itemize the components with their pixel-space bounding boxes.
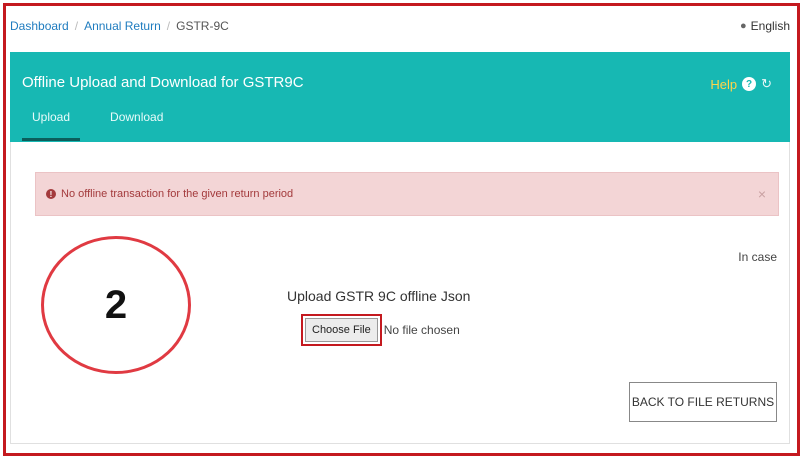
file-input-row: Choose File No file chosen [301,314,460,346]
choose-file-button[interactable]: Choose File [305,318,378,342]
exclamation-icon: ! [46,189,56,199]
close-icon[interactable]: × [758,186,766,202]
breadcrumb-separator: / [74,19,79,33]
breadcrumb-dashboard[interactable]: Dashboard [10,19,69,33]
tab-bar: Upload Download [22,104,163,141]
tab-upload[interactable]: Upload [22,104,81,141]
step-marker: 2 [41,236,191,374]
breadcrumb: Dashboard / Annual Return / GSTR-9C [10,19,229,33]
breadcrumb-current: GSTR-9C [176,19,229,33]
globe-icon: ● [739,20,747,32]
alert-message-row: ! No offline transaction for the given r… [46,188,293,200]
question-icon: ? [742,77,757,91]
breadcrumb-bar: Dashboard / Annual Return / GSTR-9C ● En… [10,6,790,46]
help-label: Help [710,76,738,92]
upload-title: Upload GSTR 9C offline Json [287,288,471,304]
step-number: 2 [104,282,128,327]
language-selector[interactable]: ● English [740,19,790,33]
help-link[interactable]: Help ? ↻ [710,76,772,92]
tab-download[interactable]: Download [110,104,163,141]
side-note: In case [738,250,777,264]
alert-banner: ! No offline transaction for the given r… [35,172,779,216]
refresh-icon[interactable]: ↻ [761,76,772,92]
breadcrumb-separator: / [166,19,171,33]
page-header: Offline Upload and Download for GSTR9C H… [10,52,790,142]
file-status: No file chosen [383,323,460,337]
back-to-file-returns-button[interactable]: BACK TO FILE RETURNS [629,382,777,422]
language-label: English [750,19,790,33]
breadcrumb-annual-return[interactable]: Annual Return [84,19,161,33]
choose-file-highlight: Choose File [301,314,382,346]
page-title: Offline Upload and Download for GSTR9C [22,74,304,91]
alert-message: No offline transaction for the given ret… [61,188,294,200]
